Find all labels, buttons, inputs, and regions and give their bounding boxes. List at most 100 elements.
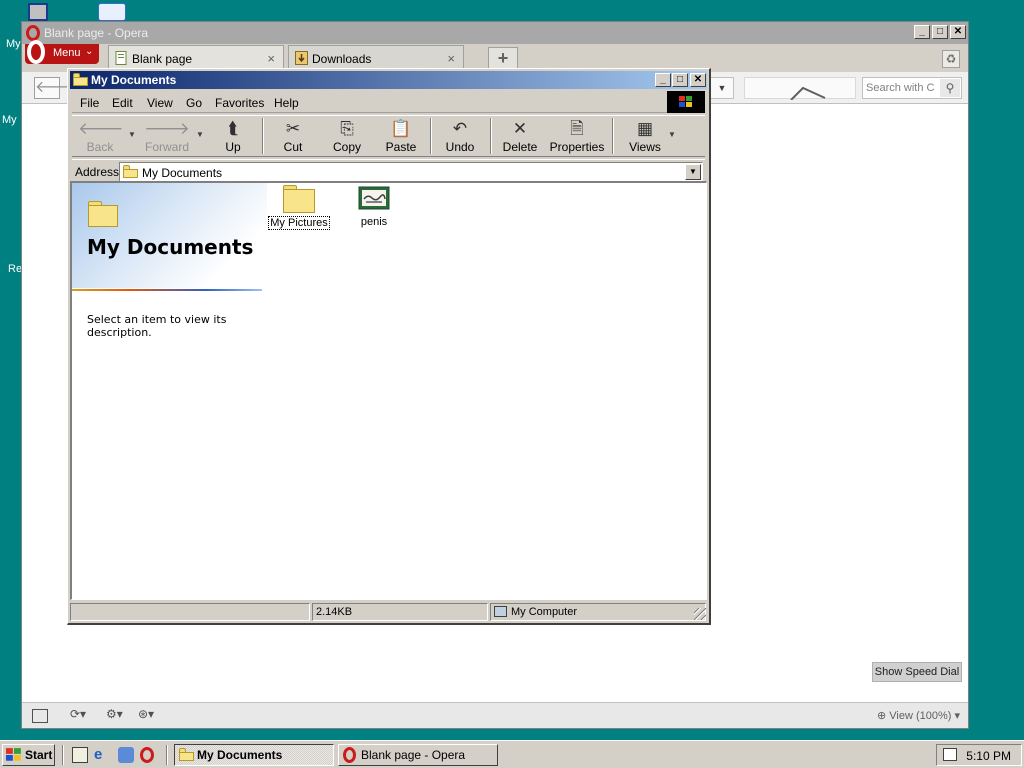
desktop-label-my-documents[interactable]: My (6, 38, 21, 50)
scissors-icon: ✂ (285, 119, 301, 138)
address-label: Address (75, 165, 120, 179)
opera-logo-icon (343, 747, 356, 763)
tab-close-icon[interactable]: × (447, 51, 455, 66)
search-field[interactable]: Search with C ⚲ (862, 77, 962, 99)
sync-icon[interactable]: ⟳▾ (70, 707, 86, 721)
closed-tabs-trash-icon[interactable]: ♻ (942, 50, 960, 68)
webview-description: Select an item to view its description. (87, 313, 227, 339)
download-icon (295, 51, 308, 65)
menu-help[interactable]: Help (274, 96, 299, 110)
address-field[interactable]: My Documents ▼ (119, 162, 703, 182)
forward-dropdown-icon[interactable]: ▼ (196, 130, 204, 139)
task-opera[interactable]: Blank page - Opera (338, 744, 498, 766)
tab-close-icon[interactable]: × (267, 51, 275, 66)
outlook-desktop-icon[interactable] (98, 3, 126, 21)
delete-button[interactable]: ✕ Delete (498, 118, 542, 156)
start-button[interactable]: Start (2, 744, 55, 766)
explorer-window: My Documents _ □ ✕ File Edit View Go Fav… (67, 68, 711, 625)
webview-title: My Documents (87, 235, 254, 259)
scheduler-icon[interactable] (943, 748, 957, 761)
opera-maximize-button[interactable]: □ (932, 25, 948, 39)
views-grid-icon: ▦ (636, 119, 654, 138)
address-dropdown-icon[interactable]: ▼ (685, 164, 701, 180)
back-button[interactable]: 🡐 Back (78, 118, 124, 156)
opera-menu-label: Menu (53, 47, 81, 59)
opera-quicklaunch-icon[interactable] (140, 747, 154, 763)
search-icon[interactable]: ⚲ (940, 79, 960, 97)
show-desktop-icon[interactable] (72, 747, 88, 763)
views-button[interactable]: ▦ Views (620, 118, 670, 156)
speed-dial-preview (744, 77, 856, 100)
file-item-penis[interactable]: penis (344, 185, 404, 228)
folder-view: My Documents Select an item to view its … (70, 181, 707, 600)
file-item-my-pictures[interactable]: My Pictures (266, 185, 332, 230)
copy-icon: ⎘ (340, 119, 354, 138)
desktop-label-recycle-bin[interactable]: Re (8, 263, 22, 275)
undo-button[interactable]: ↶ Undo (438, 118, 482, 156)
desktop-label-my-computer[interactable]: My (2, 114, 17, 126)
opera-back-button[interactable]: 🡐 (34, 77, 78, 99)
my-computer-desktop-icon[interactable] (28, 3, 48, 21)
internet-explorer-icon[interactable]: e (94, 747, 110, 763)
explorer-title-bar[interactable]: My Documents _ □ ✕ (70, 71, 707, 89)
explorer-maximize-button[interactable]: □ (672, 73, 688, 87)
picture-file-icon (358, 186, 390, 210)
turbo-icon[interactable]: ⚙▾ (106, 707, 123, 721)
system-tray: 5:10 PM (936, 744, 1022, 766)
toolbar-separator (430, 118, 432, 154)
toolbar-separator (490, 118, 492, 154)
delete-x-icon: ✕ (512, 119, 528, 138)
opera-menu-button[interactable]: Menu ⌄ (25, 40, 99, 64)
properties-icon: 🗎 (570, 119, 584, 138)
explorer-status-bar: 2.14KB My Computer (70, 601, 707, 621)
folder-icon (123, 165, 138, 178)
unite-icon[interactable]: ⊛▾ (138, 707, 154, 721)
tab-label: Downloads (312, 52, 372, 66)
address-value: My Documents (142, 166, 223, 180)
taskbar-separator (166, 745, 168, 765)
open-folder-icon (88, 201, 118, 227)
address-dropdown-button[interactable]: ▼ (710, 77, 734, 99)
my-computer-icon (494, 606, 507, 617)
taskbar-separator (62, 745, 64, 765)
new-tab-button[interactable]: + (488, 47, 518, 69)
chevron-down-icon: ⌄ (85, 46, 94, 57)
status-zone: My Computer (490, 603, 706, 621)
opera-close-button[interactable]: ✕ (950, 25, 966, 39)
windows-logo-icon (667, 91, 705, 113)
zoom-level[interactable]: ⊕ View (100%) ▾ (877, 709, 960, 722)
forward-button[interactable]: 🡒 Forward (142, 118, 192, 156)
paste-button[interactable]: 📋 Paste (378, 118, 424, 156)
menu-favorites[interactable]: Favorites (215, 96, 264, 110)
windows-logo-icon (6, 748, 21, 761)
menu-edit[interactable]: Edit (112, 96, 133, 110)
page-icon (115, 51, 127, 65)
task-label: Blank page - Opera (361, 748, 466, 762)
opera-title-bar[interactable]: Blank page - Opera _ □ ✕ (22, 22, 968, 44)
task-my-documents[interactable]: My Documents (174, 744, 334, 766)
show-speed-dial-button[interactable]: Show Speed Dial (872, 662, 962, 682)
toolbar-separator (612, 118, 614, 154)
explorer-close-button[interactable]: ✕ (690, 73, 706, 87)
explorer-menu-bar: File Edit View Go Favorites Help (72, 91, 705, 113)
explorer-minimize-button[interactable]: _ (655, 73, 671, 87)
back-arrow-icon: 🡐 (78, 119, 124, 138)
toolbar-separator (262, 118, 264, 154)
back-dropdown-icon[interactable]: ▼ (128, 130, 136, 139)
panel-toggle-icon[interactable] (32, 709, 48, 723)
resize-grip-icon[interactable] (694, 608, 706, 620)
menu-view[interactable]: View (147, 96, 173, 110)
opera-window-title: Blank page - Opera (44, 26, 149, 40)
explorer-toolbar: 🡐 Back ▼ 🡒 Forward ▼ ⮬ Up ✂ Cut ⎘ Copy 📋… (72, 115, 705, 157)
views-dropdown-icon[interactable]: ▼ (668, 130, 676, 139)
up-button[interactable]: ⮬ Up (212, 118, 254, 156)
opera-minimize-button[interactable]: _ (914, 25, 930, 39)
menu-file[interactable]: File (80, 96, 99, 110)
menu-go[interactable]: Go (186, 96, 202, 110)
properties-button[interactable]: 🗎 Properties (548, 118, 606, 156)
clock[interactable]: 5:10 PM (966, 749, 1011, 763)
outlook-express-icon[interactable] (118, 747, 134, 763)
copy-button[interactable]: ⎘ Copy (326, 118, 368, 156)
cut-button[interactable]: ✂ Cut (272, 118, 314, 156)
forward-arrow-icon: 🡒 (144, 119, 190, 138)
